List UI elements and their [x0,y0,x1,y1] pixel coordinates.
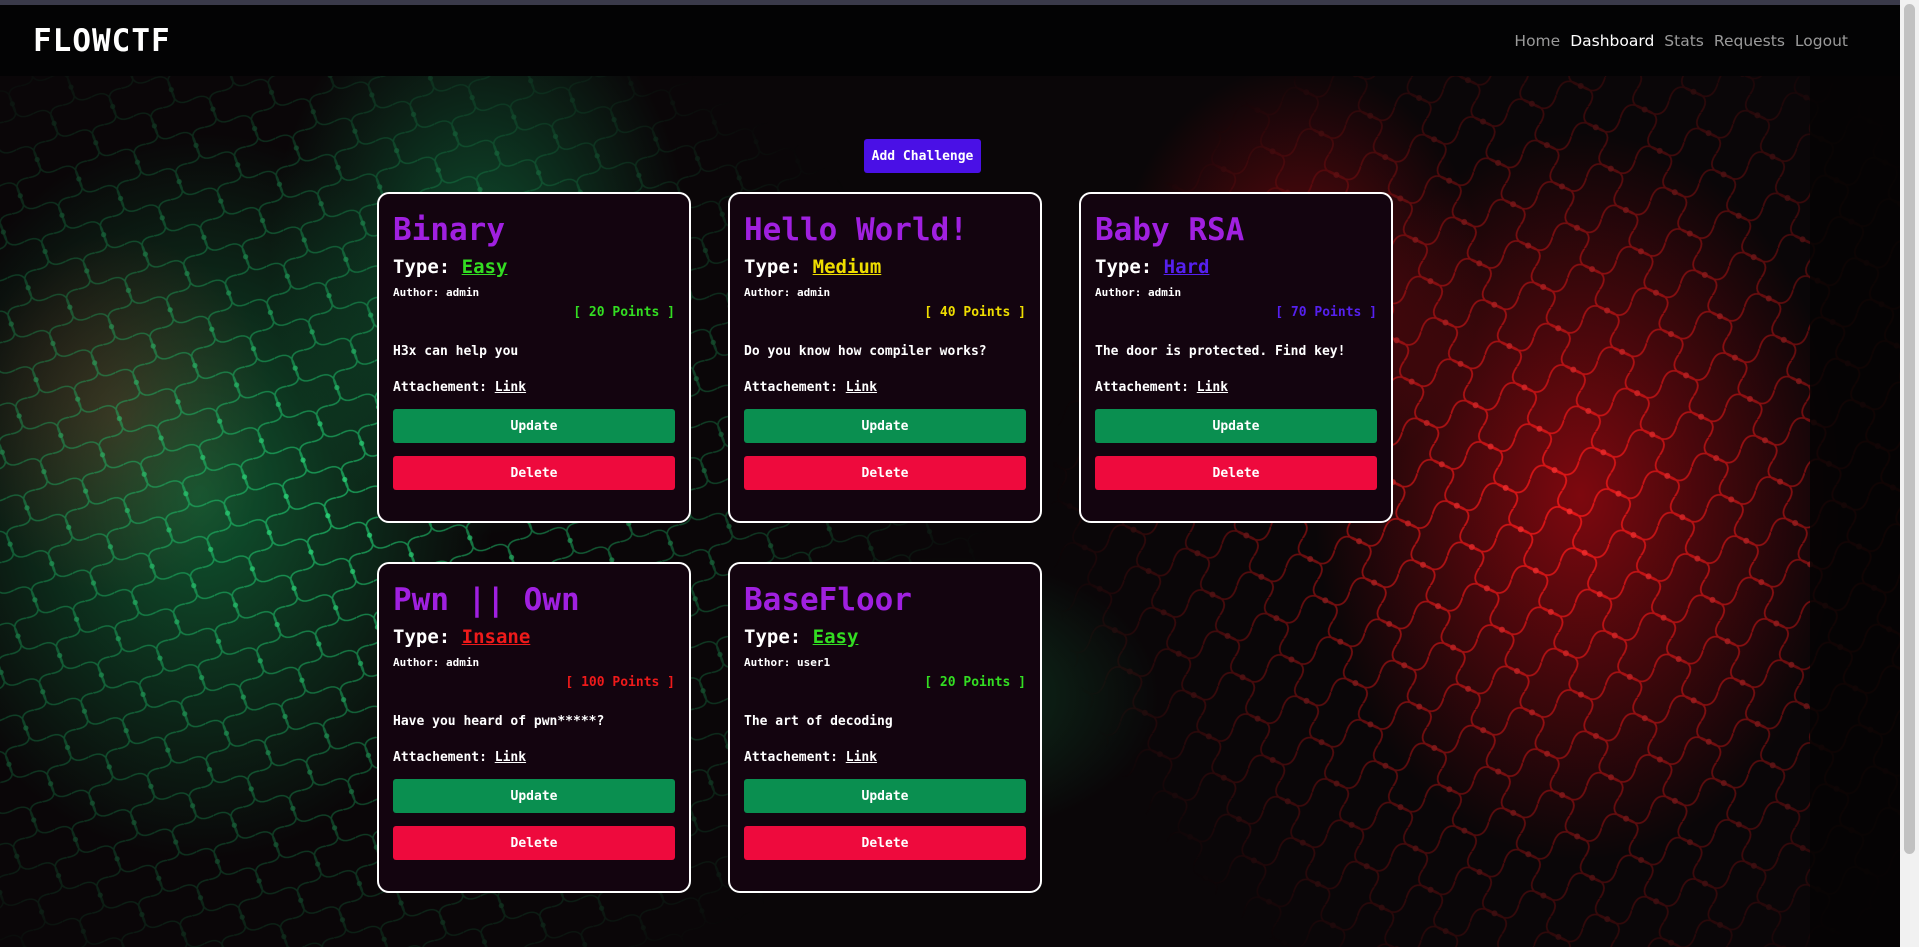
author-name: admin [1147,286,1182,299]
delete-button[interactable]: Delete [393,826,675,860]
challenge-type-row: Type: Easy [744,626,1026,648]
difficulty-easy[interactable]: Easy [462,256,508,278]
challenge-card: Pwn || Own Type: Insane Author: admin [ … [377,562,691,893]
points-badge: [ 20 Points ] [573,305,675,320]
update-button[interactable]: Update [393,409,675,443]
challenge-card: Baby RSA Type: Hard Author: admin [ 70 P… [1079,192,1393,523]
author-label: Author: [744,286,791,299]
update-button[interactable]: Update [393,779,675,813]
author-label: Author: [393,656,440,669]
points-badge: [ 70 Points ] [1275,305,1377,320]
author-label: Author: [393,286,440,299]
challenge-title: Pwn || Own [393,582,580,618]
attachment-row: Attachement: Link [393,750,675,765]
challenge-type-row: Type: Medium [744,256,1026,278]
type-label: Type: [744,626,802,648]
points-badge: [ 100 Points ] [565,675,675,690]
attachment-link[interactable]: Link [846,380,877,395]
type-label: Type: [393,626,451,648]
difficulty-medium[interactable]: Medium [813,256,882,278]
delete-button[interactable]: Delete [744,826,1026,860]
author-row: Author: admin [744,286,1026,299]
attachment-label: Attachement: [393,380,487,395]
brand-logo[interactable]: FLOWCTF [33,23,171,59]
update-button[interactable]: Update [1095,409,1377,443]
scrollbar-thumb[interactable] [1904,4,1915,854]
challenge-type-row: Type: Hard [1095,256,1377,278]
update-button[interactable]: Update [744,409,1026,443]
challenge-title: BaseFloor [744,582,912,618]
author-row: Author: admin [393,656,675,669]
attachment-label: Attachement: [744,380,838,395]
author-name: user1 [796,656,831,669]
attachment-link[interactable]: Link [495,380,526,395]
add-challenge-button[interactable]: Add Challenge [864,139,981,173]
author-name: admin [445,286,480,299]
challenge-description: Have you heard of pwn*****? [393,714,605,729]
challenge-description: The art of decoding [744,714,893,729]
delete-button[interactable]: Delete [744,456,1026,490]
attachment-label: Attachement: [1095,380,1189,395]
attachment-row: Attachement: Link [1095,380,1377,395]
attachment-row: Attachement: Link [744,380,1026,395]
challenge-description: H3x can help you [393,344,519,359]
delete-button[interactable]: Delete [1095,456,1377,490]
difficulty-easy[interactable]: Easy [813,626,859,648]
author-row: Author: user1 [744,656,1026,669]
type-label: Type: [1095,256,1153,278]
nav-stats[interactable]: Stats [1664,32,1704,50]
delete-button[interactable]: Delete [393,456,675,490]
page-scrollbar[interactable] [1900,0,1919,947]
update-button[interactable]: Update [744,779,1026,813]
difficulty-hard[interactable]: Hard [1164,256,1210,278]
nav-logout[interactable]: Logout [1795,32,1848,50]
points-badge: [ 20 Points ] [924,675,1026,690]
nav-links: Home Dashboard Stats Requests Logout [1504,32,1848,50]
author-label: Author: [1095,286,1142,299]
author-row: Author: admin [393,286,675,299]
difficulty-insane[interactable]: Insane [462,626,531,648]
challenge-type-row: Type: Easy [393,256,675,278]
type-label: Type: [393,256,451,278]
challenge-card: Hello World! Type: Medium Author: admin … [728,192,1042,523]
challenge-type-row: Type: Insane [393,626,675,648]
points-badge: [ 40 Points ] [924,305,1026,320]
challenge-description: Do you know how compiler works? [744,344,987,359]
author-label: Author: [744,656,791,669]
attachment-row: Attachement: Link [744,750,1026,765]
challenge-card: Binary Type: Easy Author: admin [ 20 Poi… [377,192,691,523]
navbar: FLOWCTF Home Dashboard Stats Requests Lo… [0,5,1900,76]
author-name: admin [445,656,480,669]
nav-requests[interactable]: Requests [1714,32,1785,50]
attachment-row: Attachement: Link [393,380,675,395]
author-name: admin [796,286,831,299]
challenge-title: Hello World! [744,212,968,248]
author-row: Author: admin [1095,286,1377,299]
attachment-label: Attachement: [393,750,487,765]
nav-home[interactable]: Home [1514,32,1560,50]
challenge-title: Baby RSA [1095,212,1245,248]
attachment-label: Attachement: [744,750,838,765]
type-label: Type: [744,256,802,278]
attachment-link[interactable]: Link [1197,380,1228,395]
challenge-title: Binary [393,212,505,248]
challenge-card: BaseFloor Type: Easy Author: user1 [ 20 … [728,562,1042,893]
attachment-link[interactable]: Link [495,750,526,765]
challenge-description: The door is protected. Find key! [1095,344,1346,359]
attachment-link[interactable]: Link [846,750,877,765]
nav-dashboard[interactable]: Dashboard [1570,32,1654,50]
